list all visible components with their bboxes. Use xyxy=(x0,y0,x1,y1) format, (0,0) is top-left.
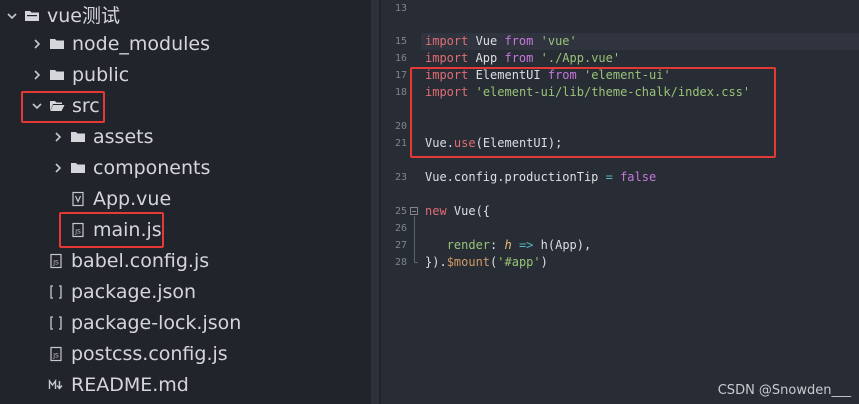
tree-item-package-lock[interactable]: package-lock.json xyxy=(0,307,370,338)
tree-item-label: package-lock.json xyxy=(71,311,242,334)
line-number: 17 xyxy=(394,70,407,81)
highlight-elementui-code xyxy=(410,67,776,158)
json-file-icon xyxy=(46,281,66,303)
svg-text:JS: JS xyxy=(52,259,59,266)
tree-item-node-modules[interactable]: node_modules xyxy=(0,28,370,59)
tree-item-main-js[interactable]: JS main.js xyxy=(0,214,370,245)
line-number: 27 xyxy=(394,240,407,251)
chevron-right-icon[interactable] xyxy=(27,65,47,85)
chevron-right-icon[interactable] xyxy=(48,158,68,178)
sidebar-scrollbar[interactable] xyxy=(371,0,379,404)
chevron-right-icon[interactable] xyxy=(27,34,47,54)
fold-guide xyxy=(414,216,415,262)
tree-item-label: package.json xyxy=(71,280,197,303)
line-number: 25 xyxy=(394,206,407,217)
json-file-icon xyxy=(46,312,66,334)
folder-icon xyxy=(47,64,67,86)
line-number: 28 xyxy=(394,257,407,268)
tree-item-readme[interactable]: README.md xyxy=(0,369,370,400)
line-number: 13 xyxy=(394,3,407,14)
line-number: 23 xyxy=(394,172,407,183)
js-file-icon: JS xyxy=(46,250,66,272)
tree-item-public[interactable]: public xyxy=(0,59,370,90)
line-number: 26 xyxy=(394,223,407,234)
tree-item-postcss-config[interactable]: JS postcss.config.js xyxy=(0,338,370,369)
code-line-28: }).$mount('#app') xyxy=(425,255,548,269)
line-number: 20 xyxy=(394,121,407,132)
chevron-down-icon[interactable] xyxy=(2,6,22,26)
svg-text:JS: JS xyxy=(52,352,59,359)
chevron-right-icon[interactable] xyxy=(48,127,68,147)
code-line-25: new Vue({ xyxy=(425,204,491,218)
tree-item-label: postcss.config.js xyxy=(71,342,228,365)
code-line-23: Vue.config.productionTip = false xyxy=(425,170,657,184)
tree-item-label: public xyxy=(72,63,130,86)
tree-item-label: README.md xyxy=(71,373,189,396)
folder-icon xyxy=(22,5,42,27)
line-number: 18 xyxy=(394,87,407,98)
file-explorer: vue测试 node_modules public src assets com… xyxy=(0,0,370,404)
tree-item-label: App.vue xyxy=(93,187,172,210)
tree-item-label: babel.config.js xyxy=(71,249,210,272)
fold-guide-end xyxy=(414,262,418,263)
line-number: 16 xyxy=(394,53,407,64)
tree-item-babel-config[interactable]: JS babel.config.js xyxy=(0,245,370,276)
folder-icon xyxy=(68,126,88,148)
folder-icon xyxy=(68,157,88,179)
watermark: CSDN @Snowden___ xyxy=(717,383,851,398)
code-line-15: import Vue from 'vue' xyxy=(425,34,577,48)
tree-item-label: assets xyxy=(93,125,154,148)
tree-item-label: node_modules xyxy=(72,32,211,55)
line-number-gutter: 13 15 16 17 18 20 21 23 25 26 27 28 xyxy=(381,0,421,404)
code-line-27: render: h => h(App), xyxy=(446,238,592,252)
js-file-icon: JS xyxy=(46,343,66,365)
highlight-main-js xyxy=(59,212,164,248)
line-number: 21 xyxy=(394,138,407,149)
line-number: 15 xyxy=(394,36,407,47)
tree-item-label: vue测试 xyxy=(47,4,120,27)
tree-item-app-vue[interactable]: App.vue xyxy=(0,183,370,214)
markdown-file-icon xyxy=(46,374,66,396)
tree-item-components[interactable]: components xyxy=(0,152,370,183)
tree-item-label: components xyxy=(93,156,211,179)
code-editor[interactable]: 13 15 16 17 18 20 21 23 25 26 27 28 impo… xyxy=(381,0,859,404)
tree-item-assets[interactable]: assets xyxy=(0,121,370,152)
tree-item-package-json[interactable]: package.json xyxy=(0,276,370,307)
fold-toggle-icon[interactable] xyxy=(410,207,418,215)
highlight-src-folder xyxy=(21,91,105,123)
folder-icon xyxy=(47,33,67,55)
tree-item-vue-test[interactable]: vue测试 xyxy=(0,0,370,31)
vue-file-icon xyxy=(68,188,88,210)
code-line-16: import App from './App.vue' xyxy=(425,51,621,65)
